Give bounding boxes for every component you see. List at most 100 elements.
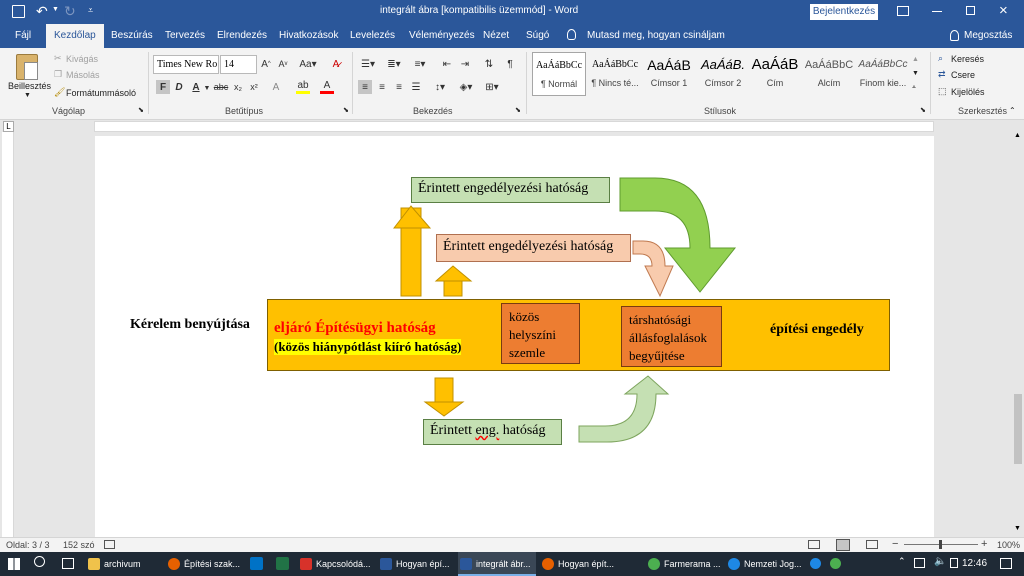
- styles-more-icon[interactable]: ⩡: [912, 84, 916, 92]
- cut-button[interactable]: Kivágás: [66, 54, 98, 64]
- highlight-icon[interactable]: ab: [296, 80, 310, 94]
- volume-icon[interactable]: 🔈: [934, 556, 946, 567]
- zoom-level[interactable]: 100%: [997, 540, 1020, 550]
- start-windows-icon[interactable]: [8, 558, 20, 570]
- tab-insert[interactable]: Beszúrás: [111, 24, 153, 48]
- font-launcher-icon[interactable]: ⬊: [343, 106, 349, 114]
- taskbar-app-word-active[interactable]: integrált ábr...: [458, 552, 536, 576]
- close-icon[interactable]: ×: [999, 2, 1008, 19]
- page-count[interactable]: Oldal: 3 / 3: [6, 540, 50, 550]
- style-subtitle[interactable]: AaÁáBbC Alcím: [802, 52, 856, 96]
- signin-button[interactable]: Bejelentkezés: [810, 4, 878, 20]
- zoom-slider-thumb[interactable]: [939, 540, 942, 549]
- tray-chrome-icon[interactable]: [830, 558, 841, 569]
- find-button[interactable]: Keresés: [951, 54, 984, 64]
- style-subtle-emphasis[interactable]: AaÁáBbCc Finom kie...: [856, 52, 910, 96]
- mid-authority-box[interactable]: Érintett engedélyezési hatóság: [436, 234, 631, 262]
- style-heading-1[interactable]: AaÁáB Címsor 1: [642, 52, 696, 96]
- copy-button[interactable]: Másolás: [66, 70, 100, 80]
- decrease-indent-icon[interactable]: ⇤: [440, 57, 454, 71]
- tab-file[interactable]: Fájl: [15, 24, 31, 48]
- change-case-icon[interactable]: Aa▾: [298, 57, 318, 71]
- save-icon[interactable]: [12, 5, 25, 18]
- align-left-icon[interactable]: ≡: [358, 80, 372, 94]
- tab-selector[interactable]: L: [3, 121, 14, 132]
- customize-qat-icon[interactable]: ⩡: [88, 5, 93, 16]
- restore-icon[interactable]: [966, 6, 975, 15]
- minimize-icon[interactable]: [932, 11, 942, 12]
- tray-show-hidden-icon[interactable]: ⌃: [898, 556, 906, 567]
- taskbar-app-firefox-2[interactable]: Hogyan épít...: [540, 552, 616, 576]
- taskbar-app-explorer[interactable]: archivum: [86, 552, 162, 576]
- underline-dropdown-icon[interactable]: ▼: [203, 81, 211, 95]
- bullets-icon[interactable]: ☰▾: [358, 57, 378, 71]
- clock[interactable]: 12:46: [962, 558, 987, 569]
- replace-button[interactable]: Csere: [951, 70, 975, 80]
- superscript-icon[interactable]: x²: [247, 80, 261, 94]
- paste-button[interactable]: Beillesztés: [8, 81, 51, 91]
- print-layout-icon[interactable]: [836, 539, 850, 551]
- language-indicator[interactable]: [950, 558, 958, 568]
- document-page[interactable]: Érintett engedélyezési hatóság Érintett …: [95, 136, 934, 537]
- outlook-icon[interactable]: [250, 557, 263, 570]
- vertical-ruler[interactable]: [2, 132, 14, 537]
- numbering-icon[interactable]: ≣▾: [384, 57, 404, 71]
- taskbar-app-pdf[interactable]: Kapcsolódá...: [298, 552, 374, 576]
- notifications-icon[interactable]: [1000, 558, 1012, 569]
- multilevel-list-icon[interactable]: ≡▾: [410, 57, 430, 71]
- styles-launcher-icon[interactable]: ⬊: [920, 106, 926, 114]
- align-right-icon[interactable]: ≡: [392, 80, 406, 94]
- read-mode-icon[interactable]: [808, 540, 820, 549]
- search-icon[interactable]: [34, 556, 45, 567]
- subscript-icon[interactable]: x₂: [231, 80, 245, 94]
- tab-layout[interactable]: Elrendezés: [217, 24, 267, 48]
- tray-edge-icon[interactable]: [810, 558, 821, 569]
- style-no-spacing[interactable]: AaÁáBbCc ¶ Nincs té...: [588, 52, 642, 96]
- excel-icon[interactable]: [276, 557, 289, 570]
- tab-review[interactable]: Véleményezés: [409, 24, 475, 48]
- tell-me-search[interactable]: Mutasd meg, hogyan csináljam: [587, 24, 725, 48]
- network-icon[interactable]: [914, 558, 925, 568]
- shading-icon[interactable]: ◈▾: [456, 80, 476, 94]
- zoom-in-icon[interactable]: +: [981, 538, 987, 550]
- styles-scroll-down-icon[interactable]: ▼: [912, 70, 919, 77]
- font-color-icon[interactable]: A: [320, 80, 334, 94]
- line-spacing-icon[interactable]: ↕▾: [430, 80, 450, 94]
- vertical-scrollbar[interactable]: ▲ ▼: [1012, 132, 1024, 537]
- taskbar-app-firefox-1[interactable]: Építési szak...: [166, 552, 242, 576]
- paragraph-launcher-icon[interactable]: ⬊: [515, 106, 521, 114]
- bottom-authority-box[interactable]: Érintett eng. hatóság: [423, 419, 562, 445]
- scroll-thumb[interactable]: [1014, 394, 1022, 464]
- tab-help[interactable]: Súgó: [526, 24, 549, 48]
- taskbar-app-chrome[interactable]: Farmerama ...: [646, 552, 722, 576]
- style-title[interactable]: AaÁáB Cím: [748, 52, 802, 96]
- justify-icon[interactable]: ☰: [409, 80, 423, 94]
- grow-font-icon[interactable]: A ^: [259, 57, 273, 71]
- taskbar-app-edge[interactable]: Nemzeti Jog...: [726, 552, 802, 576]
- scroll-up-icon[interactable]: ▲: [1014, 132, 1021, 139]
- text-effects-icon[interactable]: A: [269, 80, 283, 94]
- undo-dropdown-icon[interactable]: ▼: [52, 6, 59, 13]
- tab-references[interactable]: Hivatkozások: [279, 24, 338, 48]
- scroll-down-icon[interactable]: ▼: [1014, 525, 1021, 532]
- strikethrough-icon[interactable]: abc: [213, 80, 229, 94]
- borders-icon[interactable]: ⊞▾: [482, 80, 502, 94]
- align-center-icon[interactable]: ≡: [375, 80, 389, 94]
- underline-button[interactable]: A: [189, 80, 203, 94]
- site-inspection-box[interactable]: közös helyszíni szemle: [501, 303, 580, 364]
- tab-view[interactable]: Nézet: [483, 24, 509, 48]
- show-marks-icon[interactable]: ¶: [503, 57, 517, 71]
- top-authority-box[interactable]: Érintett engedélyezési hatóság: [411, 177, 610, 203]
- tab-mailings[interactable]: Levelezés: [350, 24, 395, 48]
- font-name-box[interactable]: Times New Ro: [153, 55, 219, 74]
- zoom-out-icon[interactable]: −: [892, 538, 898, 550]
- ribbon-display-options-icon[interactable]: [897, 6, 909, 16]
- tab-home[interactable]: Kezdőlap: [46, 24, 104, 48]
- styles-scroll-up-icon[interactable]: ▲: [912, 56, 919, 63]
- clear-formatting-icon[interactable]: A̷: [329, 57, 343, 71]
- increase-indent-icon[interactable]: ⇥: [458, 57, 472, 71]
- horizontal-ruler[interactable]: [94, 121, 934, 132]
- word-count[interactable]: 152 szó: [63, 540, 95, 550]
- task-view-icon[interactable]: [62, 558, 74, 569]
- bold-button[interactable]: F: [156, 80, 170, 94]
